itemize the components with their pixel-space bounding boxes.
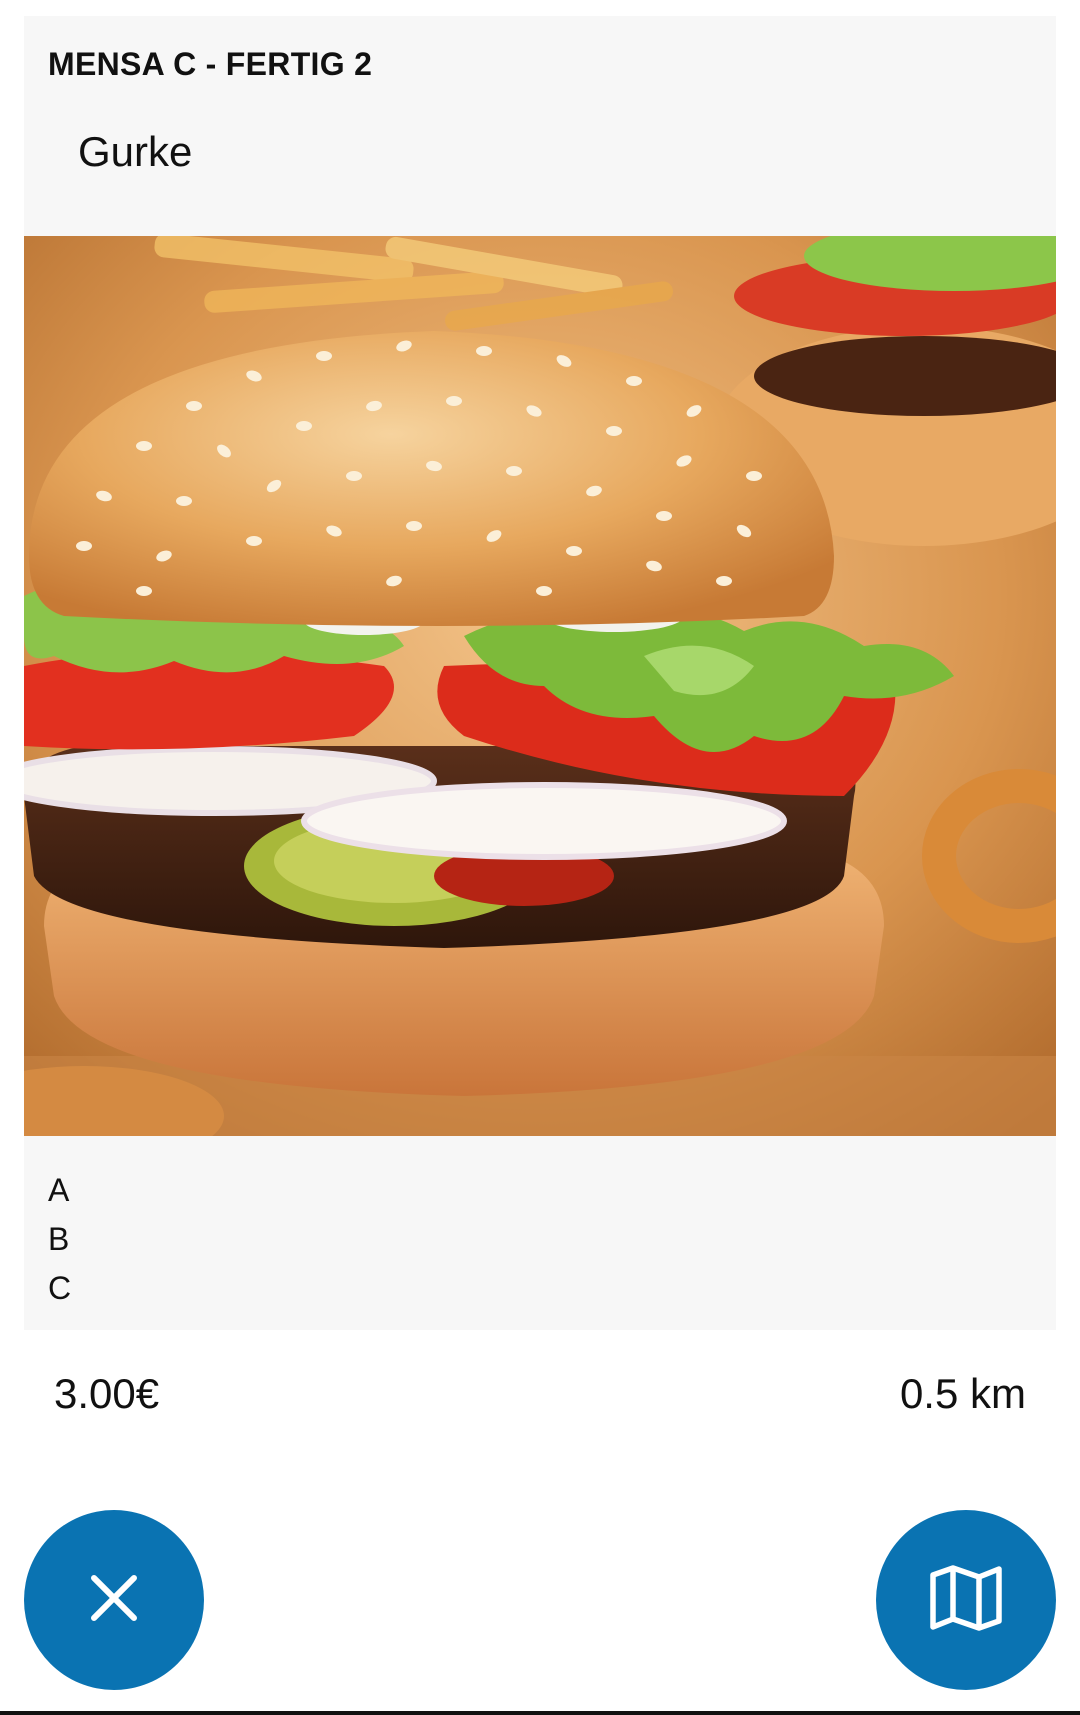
bottom-divider — [0, 1711, 1080, 1715]
allergen-item: C — [48, 1270, 72, 1306]
close-icon — [89, 1573, 139, 1628]
allergen-item: A — [48, 1172, 70, 1208]
meal-distance: 0.5 km — [899, 1370, 1026, 1417]
map-icon — [929, 1564, 1003, 1636]
meal-name: Gurke — [78, 128, 193, 175]
meal-card: MENSA C - FERTIG 2 Gurke A B C — [24, 16, 1056, 1330]
meal-photo — [24, 236, 1056, 1136]
allergen-item: B — [48, 1221, 70, 1257]
close-button[interactable] — [24, 1510, 204, 1690]
meal-location-title: MENSA C - FERTIG 2 — [48, 46, 373, 82]
map-button[interactable] — [876, 1510, 1056, 1690]
meal-price: 3.00€ — [54, 1370, 160, 1417]
allergen-list: A B C — [48, 1166, 71, 1313]
